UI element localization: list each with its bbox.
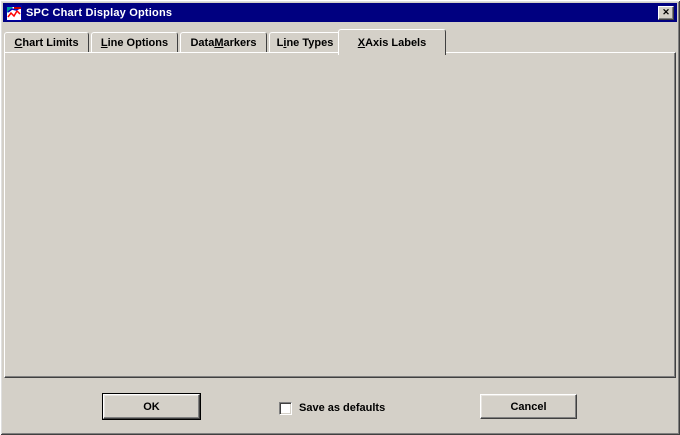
tab-page-x-axis-labels [4, 52, 676, 378]
tab-x-axis-labels[interactable]: X Axis Labels [338, 29, 446, 55]
tab-line-types[interactable]: Line Types [269, 32, 341, 53]
titlebar[interactable]: SPC Chart Display Options ✕ [3, 3, 677, 22]
spc-chart-app-icon [6, 5, 22, 21]
ok-button[interactable]: OK [103, 394, 200, 419]
tab-chart-limits[interactable]: Chart Limits [4, 32, 89, 53]
checkbox-icon [279, 402, 292, 415]
cancel-button[interactable]: Cancel [480, 394, 577, 419]
window-title: SPC Chart Display Options [26, 7, 172, 19]
checkbox-save-as-defaults[interactable]: Save as defaults [279, 401, 385, 415]
tab-line-options[interactable]: Line Options [91, 32, 178, 53]
tab-data-markers[interactable]: Data Markers [180, 32, 267, 53]
spc-chart-display-options-dialog: SPC Chart Display Options ✕ Chart Limits… [0, 0, 680, 435]
close-icon[interactable]: ✕ [658, 6, 674, 20]
